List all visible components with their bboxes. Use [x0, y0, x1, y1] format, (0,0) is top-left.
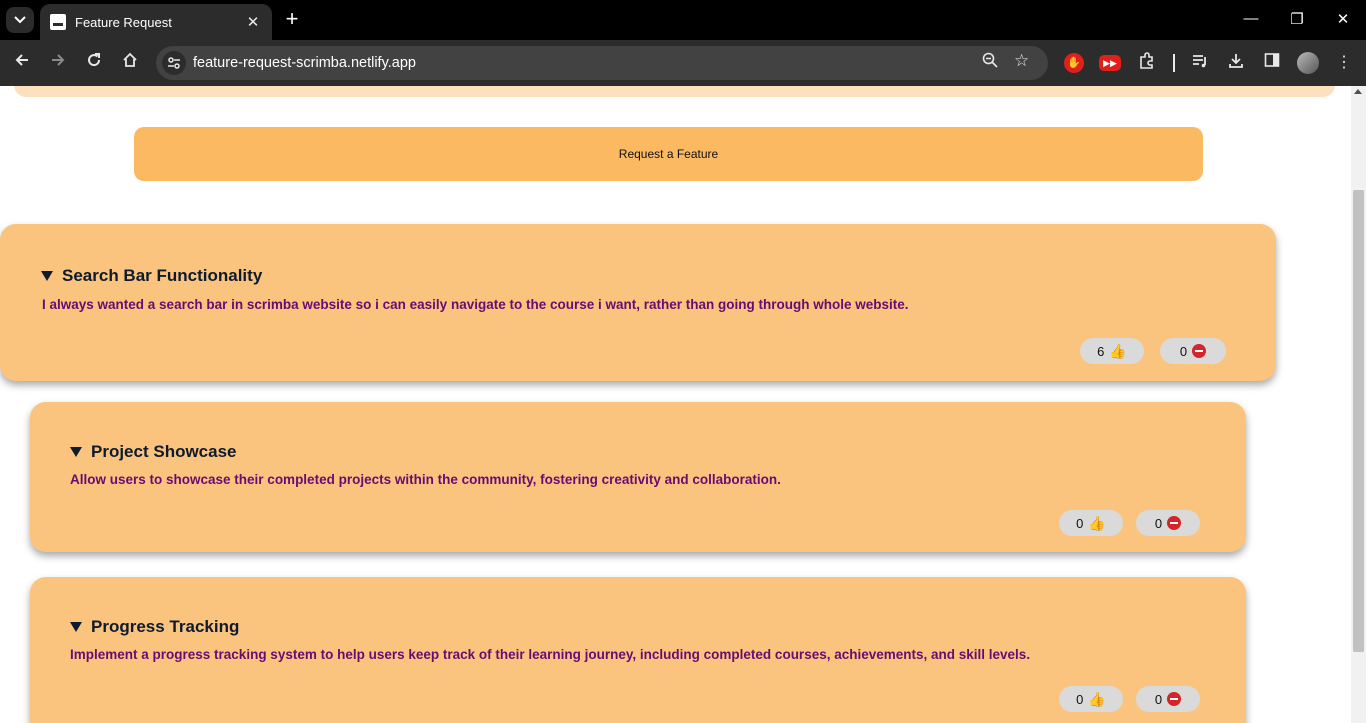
dislike-button[interactable]: 0 [1160, 338, 1226, 364]
feature-card[interactable]: Progress Tracking Implement a progress t… [30, 577, 1246, 723]
address-bar[interactable]: feature-request-scrimba.netlify.app ☆ [156, 46, 1048, 80]
bookmark-star-icon[interactable]: ☆ [1014, 51, 1029, 71]
page-viewport: Request a Feature Search Bar Functionali… [0, 86, 1351, 723]
feature-card[interactable]: Search Bar Functionality I always wanted… [0, 224, 1276, 381]
dislike-count: 0 [1179, 343, 1188, 359]
forward-button[interactable] [46, 51, 70, 75]
header-section-bottom [14, 86, 1335, 97]
extensions-puzzle-icon[interactable] [1136, 52, 1158, 75]
thumbs-up-icon: 👍 [1088, 515, 1106, 531]
arrow-right-icon [52, 54, 65, 66]
like-button[interactable]: 0 👍 [1059, 510, 1123, 536]
home-icon [123, 52, 137, 67]
tab-title: Feature Request [75, 14, 172, 30]
playlist-icon [1193, 55, 1206, 68]
site-favicon-icon [50, 14, 66, 30]
like-count: 0 [1076, 515, 1084, 531]
tab-search-button[interactable] [6, 7, 34, 33]
new-tab-button[interactable]: + [280, 8, 304, 32]
url-text: feature-request-scrimba.netlify.app [193, 55, 416, 71]
scrollbar-thumb[interactable] [1353, 190, 1364, 652]
sidebar-icon [1264, 53, 1280, 67]
tune-icon [168, 57, 180, 69]
close-window-button[interactable]: ✕ [1333, 10, 1353, 28]
feature-card-header[interactable]: Progress Tracking [70, 617, 239, 637]
like-count: 0 [1076, 691, 1084, 707]
no-entry-icon [1192, 344, 1207, 358]
close-tab-icon[interactable]: ✕ [244, 13, 262, 31]
browser-tab[interactable]: Feature Request ✕ [40, 4, 272, 40]
site-info-icon[interactable] [162, 51, 186, 75]
dislike-count: 0 [1154, 691, 1163, 707]
feature-title: Search Bar Functionality [62, 266, 263, 285]
arrow-left-icon [15, 54, 28, 66]
media-controls-icon[interactable] [1189, 52, 1211, 75]
zoom-icon[interactable] [982, 52, 998, 72]
page-scrollbar[interactable] [1351, 86, 1366, 723]
home-button[interactable] [118, 51, 142, 75]
triangle-down-icon [70, 447, 82, 457]
back-button[interactable] [10, 51, 34, 75]
like-button[interactable]: 0 👍 [1059, 686, 1123, 712]
browser-toolbar: feature-request-scrimba.netlify.app ☆ ✋ … [0, 40, 1366, 86]
feature-description: I always wanted a search bar in scrimba … [42, 297, 909, 312]
scroll-up-arrow-icon[interactable] [1354, 89, 1362, 94]
thumbs-up-icon: 👍 [1109, 343, 1127, 359]
browser-titlebar: Feature Request ✕ + — ❐ ✕ [0, 0, 1366, 40]
feature-title: Progress Tracking [91, 617, 240, 636]
chevron-down-icon [14, 16, 26, 24]
browser-menu-icon[interactable]: ⋮ [1333, 52, 1355, 72]
reload-icon [88, 53, 101, 67]
like-button[interactable]: 6 👍 [1080, 338, 1144, 364]
feature-card-header[interactable]: Project Showcase [70, 442, 237, 462]
download-arrow-icon [1229, 54, 1243, 68]
restore-button[interactable]: ❐ [1287, 10, 1307, 28]
puzzle-icon [1140, 52, 1153, 69]
feature-description: Allow users to showcase their completed … [70, 472, 781, 487]
minimize-button[interactable]: — [1241, 10, 1261, 27]
no-entry-icon [1167, 692, 1182, 706]
feature-description: Implement a progress tracking system to … [70, 647, 1031, 662]
dislike-button[interactable]: 0 [1136, 686, 1200, 712]
side-panel-icon[interactable] [1261, 52, 1283, 73]
feature-title: Project Showcase [91, 442, 237, 461]
triangle-down-icon [70, 622, 82, 632]
triangle-down-icon [41, 271, 53, 281]
feature-card[interactable]: Project Showcase Allow users to showcase… [30, 402, 1246, 552]
no-entry-icon [1167, 516, 1182, 530]
downloads-icon[interactable] [1225, 52, 1247, 75]
request-feature-button[interactable]: Request a Feature [134, 127, 1203, 181]
adblock-extension-icon[interactable]: ✋ [1064, 53, 1084, 73]
reload-button[interactable] [82, 51, 106, 75]
profile-avatar[interactable] [1297, 52, 1319, 74]
dislike-count: 0 [1154, 515, 1163, 531]
toolbar-separator [1173, 54, 1175, 72]
dislike-button[interactable]: 0 [1136, 510, 1200, 536]
like-count: 6 [1097, 343, 1105, 359]
video-extension-icon[interactable]: ▶▶ [1099, 55, 1121, 71]
thumbs-up-icon: 👍 [1088, 691, 1106, 707]
magnifier-minus-icon [982, 52, 998, 68]
feature-card-header[interactable]: Search Bar Functionality [41, 266, 262, 286]
